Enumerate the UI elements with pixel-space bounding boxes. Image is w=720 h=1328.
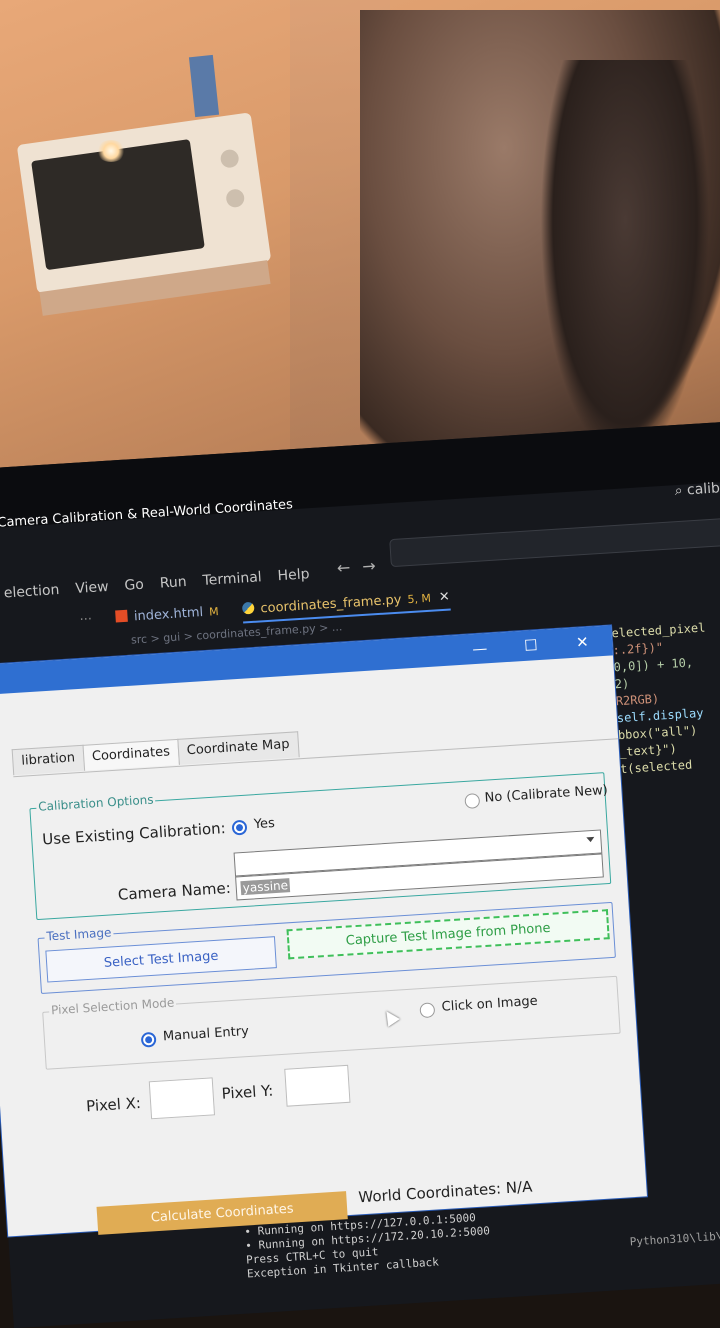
capture-test-image-button[interactable]: Capture Test Image from Phone [286,909,610,960]
pixel-y-label: Pixel Y: [221,1081,274,1103]
notebook-tabs: libration Coordinates Coordinate Map [11,731,300,776]
menu-selection[interactable]: election [3,582,60,601]
editor-menubar: election View Go Run Terminal Help [3,566,310,601]
radio-manual-entry[interactable] [140,1031,157,1048]
search-box-text[interactable]: ⌕ calibr [674,480,720,499]
close-icon[interactable]: ✕ [575,633,589,652]
laptop-screen: ⌕ calibr ←→ election View Go Run Termina… [0,418,720,1328]
close-tab-icon[interactable]: ✕ [438,590,450,606]
microwave-knob [219,148,240,169]
menu-view[interactable]: View [75,579,109,597]
world-coordinates-label: World Coordinates: N/A [357,1177,533,1207]
hanging-coat-dark [540,60,710,460]
radio-manual-entry-label: Manual Entry [162,1023,250,1045]
lamp-glow [96,140,126,162]
html-file-icon [115,609,129,623]
box-on-microwave [188,54,220,118]
radio-no[interactable] [464,793,481,809]
radio-yes[interactable] [231,819,248,836]
python-file-icon [242,601,255,615]
use-existing-label: Use Existing Calibration: [41,819,227,849]
maximize-icon[interactable]: ☐ [524,636,539,655]
menu-terminal[interactable]: Terminal [202,569,262,589]
nav-arrows[interactable]: ←→ [336,555,388,577]
titlebar [0,625,613,696]
camera-name-value: yassine [240,878,291,896]
tab-coordinates-frame[interactable]: coordinates_frame.py 5, M ✕ [242,589,451,624]
chevron-down-icon[interactable] [586,836,595,843]
pixel-y-input[interactable] [284,1064,351,1107]
search-text: calibr [686,479,720,499]
radio-click-on-image-label: Click on Image [441,993,539,1015]
terminal-path: Python310\lib\tkinter [629,1226,720,1249]
code-pane: elected_pixel:.2f})" 0,0]) + 10, 2) R2RGB) s… [611,620,714,779]
calibration-options-legend: Calibration Options [35,792,156,814]
radio-yes-label: Yes [253,815,276,833]
app-window: — ☐ ✕ libration Coordinates Coordinate M… [0,625,647,1237]
microwave-knob [225,188,246,209]
test-image-legend: Test Image [44,925,114,944]
menu-go[interactable]: Go [124,577,144,594]
command-search-bar[interactable] [389,513,720,568]
radio-no-label: No (Calibrate New) [484,782,609,806]
calibration-options-frame: Calibration Options Use Existing Calibra… [29,772,612,921]
menu-help[interactable]: Help [277,566,310,584]
camera-name-label: Camera Name: [117,878,232,904]
select-test-image-button[interactable]: Select Test Image [45,936,277,983]
menu-run[interactable]: Run [159,574,187,592]
pixel-selection-legend: Pixel Selection Mode [48,995,177,1018]
test-image-frame: Test Image Select Test Image Capture Tes… [37,901,616,994]
tab-calibration[interactable]: libration [11,744,85,776]
pixel-x-input[interactable] [148,1077,216,1120]
minimize-icon[interactable]: — [472,639,488,658]
pixel-selection-frame: Pixel Selection Mode Manual Entry Click … [42,975,621,1070]
radio-click-on-image[interactable] [419,1002,436,1019]
pixel-x-label: Pixel X: [85,1093,142,1116]
tab-index-html[interactable]: index.html M [115,604,220,631]
more-icon[interactable]: ··· [79,612,93,634]
